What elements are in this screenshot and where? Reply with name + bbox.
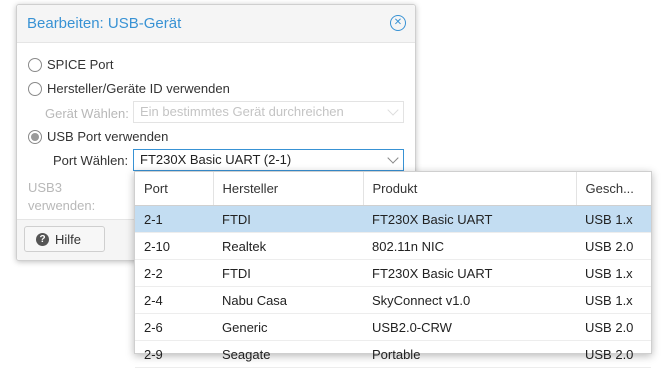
cell-vendor: Seagate — [213, 340, 363, 368]
option-label: SPICE Port — [47, 57, 114, 72]
cell-port: 2-2 — [135, 259, 213, 287]
cell-vendor: Generic — [213, 313, 363, 341]
help-button[interactable]: ? Hilfe — [24, 226, 105, 252]
dialog-header: Bearbeiten: USB-Gerät ✕ — [17, 5, 415, 43]
cell-product: 802.11n NIC — [363, 232, 576, 260]
column-header-vendor[interactable]: Hersteller — [213, 172, 364, 206]
radio-spice-port[interactable] — [28, 57, 42, 72]
column-header-port[interactable]: Port — [135, 172, 214, 206]
cell-port: 2-10 — [135, 232, 213, 260]
cell-product: SkyConnect v1.0 — [363, 286, 576, 314]
radio-usb-port[interactable] — [28, 129, 42, 144]
grid-header-row: Port Hersteller Produkt Gesch... — [135, 172, 651, 206]
option-usb-port[interactable]: USB Port verwenden — [28, 129, 168, 144]
chevron-down-icon — [387, 104, 399, 116]
usb3-label: USB3 verwenden: — [28, 180, 96, 213]
port-select-value: FT230X Basic UART (2-1) — [140, 152, 292, 167]
cell-speed: USB 2.0 — [576, 313, 651, 341]
cell-port: 2-6 — [135, 313, 213, 341]
question-icon: ? — [36, 232, 49, 246]
cell-product: USB2.0-CRW — [363, 313, 576, 341]
chevron-down-icon[interactable] — [387, 152, 399, 164]
cell-port: 2-4 — [135, 286, 213, 314]
table-row[interactable]: 2-4 Nabu Casa SkyConnect v1.0 USB 1.x — [135, 286, 651, 314]
cell-speed: USB 2.0 — [576, 340, 651, 368]
cell-vendor: FTDI — [213, 205, 363, 233]
port-select-label: Port Wählen: — [53, 153, 129, 168]
cell-product: FT230X Basic UART — [363, 259, 576, 287]
port-select[interactable]: FT230X Basic UART (2-1) — [133, 149, 404, 171]
column-header-speed[interactable]: Gesch... — [576, 172, 651, 206]
close-icon[interactable]: ✕ — [390, 15, 406, 31]
radio-vendor-device-id[interactable] — [28, 81, 42, 96]
port-grid: Port Hersteller Produkt Gesch... 2-1 FTDI… — [135, 172, 651, 368]
option-vendor-device-id[interactable]: Hersteller/Geräte ID verwenden — [28, 81, 230, 96]
column-header-product[interactable]: Produkt — [363, 172, 577, 206]
dialog-title: Bearbeiten: USB-Gerät — [27, 15, 182, 32]
cell-speed: USB 1.x — [576, 286, 651, 314]
cell-speed: USB 1.x — [576, 205, 651, 233]
cell-vendor: Nabu Casa — [213, 286, 363, 314]
device-select[interactable]: Ein bestimmtes Gerät durchreichen — [133, 101, 404, 123]
table-row[interactable]: 2-2 FTDI FT230X Basic UART USB 1.x — [135, 259, 651, 287]
option-spice-port[interactable]: SPICE Port — [28, 57, 113, 72]
help-button-label: Hilfe — [55, 231, 82, 247]
option-label: USB Port verwenden — [47, 129, 169, 144]
device-select-label: Gerät Wählen: — [45, 106, 129, 121]
cell-speed: USB 2.0 — [576, 232, 651, 260]
device-select-placeholder: Ein bestimmtes Gerät durchreichen — [140, 104, 344, 119]
option-label: Hersteller/Geräte ID verwenden — [47, 81, 230, 96]
table-row[interactable]: 2-6 Generic USB2.0-CRW USB 2.0 — [135, 313, 651, 341]
cell-port: 2-1 — [135, 205, 213, 233]
cell-product: FT230X Basic UART — [363, 205, 576, 233]
table-row[interactable]: 2-9 Seagate Portable USB 2.0 — [135, 340, 651, 368]
cell-port: 2-9 — [135, 340, 213, 368]
table-row[interactable]: 2-10 Realtek 802.11n NIC USB 2.0 — [135, 232, 651, 260]
cell-speed: USB 1.x — [576, 259, 651, 287]
port-dropdown-list[interactable]: Port Hersteller Produkt Gesch... 2-1 FTDI… — [134, 171, 652, 368]
cell-vendor: Realtek — [213, 232, 363, 260]
cell-product: Portable — [363, 340, 576, 368]
cell-vendor: FTDI — [213, 259, 363, 287]
table-row[interactable]: 2-1 FTDI FT230X Basic UART USB 1.x — [135, 205, 651, 233]
